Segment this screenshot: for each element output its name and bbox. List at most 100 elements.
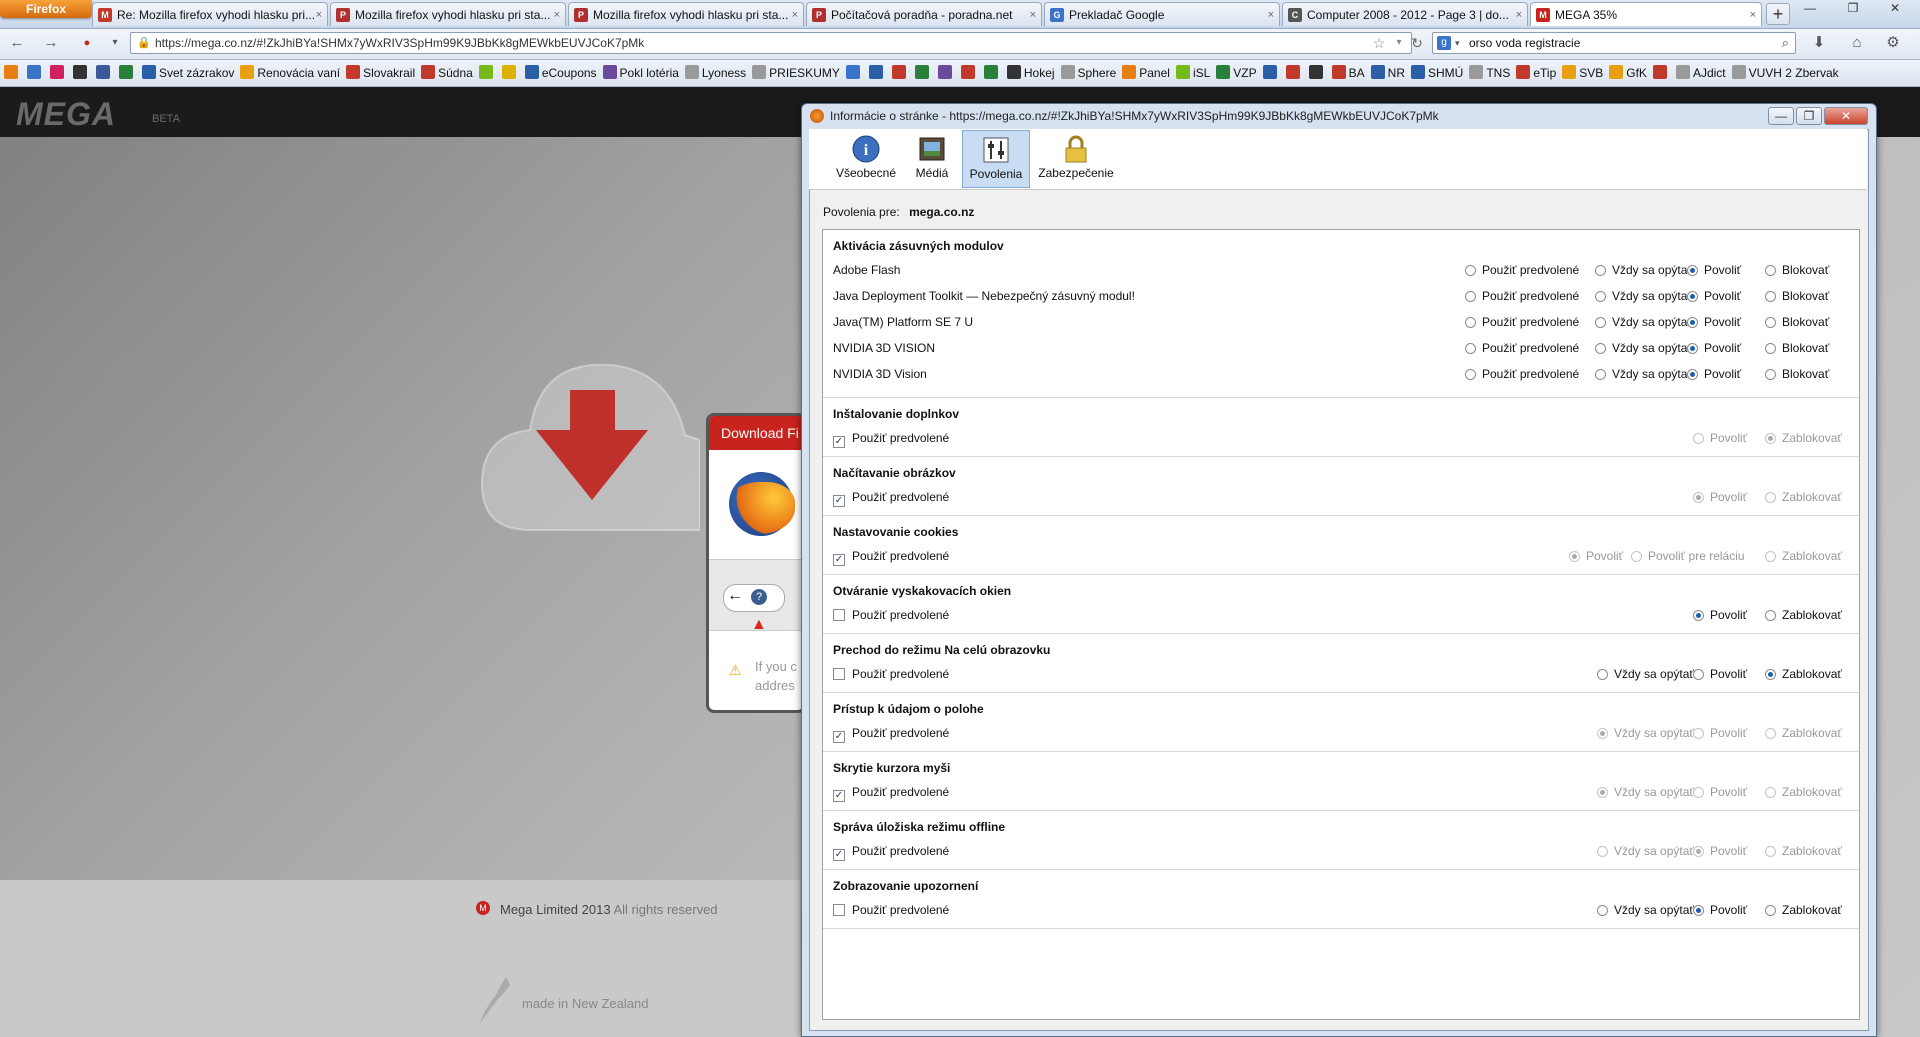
radio-icon[interactable]: [1765, 551, 1776, 562]
dialog-minimize-button[interactable]: —: [1768, 107, 1794, 125]
tab-close-icon[interactable]: ×: [1030, 3, 1036, 26]
radio-icon[interactable]: [1765, 905, 1776, 916]
bookmark-item[interactable]: [501, 60, 519, 86]
search-icon[interactable]: ⌕: [1782, 33, 1789, 53]
bookmark-item[interactable]: eCoupons: [524, 60, 597, 86]
tab-1[interactable]: P Mozilla firefox vyhodi hlasku pri sta..…: [330, 2, 566, 26]
bookmark-item[interactable]: SVB: [1562, 60, 1603, 86]
tab-close-icon[interactable]: ×: [316, 3, 322, 26]
bookmark-item[interactable]: Súdna: [421, 60, 473, 86]
bookmark-item[interactable]: Hokej: [1006, 60, 1055, 86]
mega-logo[interactable]: MEGA: [16, 96, 116, 133]
bookmark-item[interactable]: GfK: [1609, 60, 1647, 86]
close-window-button[interactable]: ✕: [1880, 0, 1910, 18]
radio-icon[interactable]: [1693, 669, 1704, 680]
permission-option-radio[interactable]: Povoliť: [1693, 726, 1747, 740]
permission-option-radio[interactable]: Zablokovať: [1765, 844, 1842, 858]
radio-icon[interactable]: [1765, 610, 1776, 621]
permission-option-radio[interactable]: Povoliť: [1693, 490, 1747, 504]
bookmark-item[interactable]: TNS: [1469, 60, 1510, 86]
permission-option-radio[interactable]: Zablokovať: [1765, 903, 1842, 917]
radio-icon[interactable]: [1693, 492, 1704, 503]
radio-icon[interactable]: [1687, 265, 1698, 276]
use-default-checkbox[interactable]: ✓ Použiť predvolené: [833, 785, 949, 802]
plugin-option-radio[interactable]: Vždy sa opýtať: [1595, 341, 1692, 355]
bookmark-item[interactable]: Panel: [1122, 60, 1170, 86]
history-dropdown-icon[interactable]: ▾: [106, 34, 124, 52]
radio-icon[interactable]: [1765, 265, 1776, 276]
permission-option-radio[interactable]: Povoliť: [1693, 785, 1747, 799]
bookmark-item[interactable]: [845, 60, 863, 86]
permission-option-radio[interactable]: Vždy sa opýtať: [1597, 667, 1694, 681]
radio-icon[interactable]: [1595, 317, 1606, 328]
radio-icon[interactable]: [1765, 669, 1776, 680]
permission-option-radio[interactable]: Povoliť: [1693, 903, 1747, 917]
radio-icon[interactable]: [1693, 846, 1704, 857]
plugin-option-radio[interactable]: Povoliť: [1687, 315, 1741, 329]
reload-icon[interactable]: ↻: [1408, 34, 1426, 52]
tab-2[interactable]: P Mozilla firefox vyhodi hlasku pri sta..…: [568, 2, 804, 26]
radio-icon[interactable]: [1465, 343, 1476, 354]
tab-close-icon[interactable]: ×: [1516, 3, 1522, 26]
bookmark-item[interactable]: Slovakrail: [346, 60, 415, 86]
radio-icon[interactable]: [1597, 846, 1608, 857]
plugin-option-radio[interactable]: Použiť predvolené: [1465, 341, 1579, 355]
permission-option-radio[interactable]: Povoliť pre reláciu: [1631, 549, 1745, 563]
use-default-checkbox[interactable]: ✓ Použiť predvolené: [833, 490, 949, 507]
checkbox-icon[interactable]: [833, 609, 845, 621]
bookmark-item[interactable]: SHMÚ: [1411, 60, 1463, 86]
bookmark-item[interactable]: PRIESKUMY: [752, 60, 840, 86]
home-icon[interactable]: ⌂: [1848, 34, 1866, 52]
permission-option-radio[interactable]: Vždy sa opýtať: [1597, 726, 1694, 740]
google-engine-icon[interactable]: g: [1437, 36, 1451, 50]
radio-icon[interactable]: [1693, 728, 1704, 739]
radio-icon[interactable]: [1765, 728, 1776, 739]
plugin-option-radio[interactable]: Použiť predvolené: [1465, 289, 1579, 303]
permission-option-radio[interactable]: Zablokovať: [1765, 726, 1842, 740]
minimize-button[interactable]: —: [1795, 0, 1825, 18]
forward-icon[interactable]: →: [42, 34, 60, 52]
permission-option-radio[interactable]: Povoliť: [1693, 431, 1747, 445]
use-default-checkbox[interactable]: Použiť predvolené: [833, 903, 949, 917]
radio-icon[interactable]: [1765, 846, 1776, 857]
radio-icon[interactable]: [1465, 265, 1476, 276]
plugin-option-radio[interactable]: Použiť predvolené: [1465, 263, 1579, 277]
bookmark-item[interactable]: [478, 60, 496, 86]
plugin-option-radio[interactable]: Blokovať: [1765, 289, 1829, 303]
permission-option-radio[interactable]: Zablokovať: [1765, 549, 1842, 563]
tab-permissions[interactable]: Povolenia: [962, 130, 1030, 188]
url-dropdown-icon[interactable]: ▾: [1390, 34, 1408, 52]
plugin-option-radio[interactable]: Použiť predvolené: [1465, 367, 1579, 381]
bookmark-item[interactable]: [960, 60, 978, 86]
permission-option-radio[interactable]: Zablokovať: [1765, 667, 1842, 681]
bookmark-item[interactable]: [868, 60, 886, 86]
plugin-option-radio[interactable]: Vždy sa opýtať: [1595, 263, 1692, 277]
bookmark-item[interactable]: [891, 60, 909, 86]
bookmark-star-icon[interactable]: ☆: [1370, 34, 1388, 52]
tab-media[interactable]: Médiá: [904, 130, 960, 188]
bookmark-item[interactable]: [914, 60, 932, 86]
bookmark-item[interactable]: VZP: [1216, 60, 1257, 86]
use-default-checkbox[interactable]: ✓ Použiť predvolené: [833, 431, 949, 448]
plugin-option-radio[interactable]: Vždy sa opýtať: [1595, 315, 1692, 329]
radio-icon[interactable]: [1693, 433, 1704, 444]
bookmark-item[interactable]: iSL: [1175, 60, 1210, 86]
checkbox-icon[interactable]: ✓: [833, 495, 845, 507]
radio-icon[interactable]: [1687, 343, 1698, 354]
permission-option-radio[interactable]: Zablokovať: [1765, 431, 1842, 445]
tab-0[interactable]: M Re: Mozilla firefox vyhodi hlasku pri..…: [92, 2, 328, 26]
bookmark-item[interactable]: [4, 60, 21, 86]
plugin-option-radio[interactable]: Použiť predvolené: [1465, 315, 1579, 329]
permission-option-radio[interactable]: Vždy sa opýtať: [1597, 785, 1694, 799]
new-tab-button[interactable]: +: [1766, 3, 1790, 25]
radio-icon[interactable]: [1765, 787, 1776, 798]
radio-icon[interactable]: [1465, 317, 1476, 328]
permission-option-radio[interactable]: Povoliť: [1693, 608, 1747, 622]
bookmark-item[interactable]: Svet zázrakov: [142, 60, 234, 86]
bookmark-item[interactable]: BA: [1331, 60, 1365, 86]
use-default-checkbox[interactable]: Použiť predvolené: [833, 608, 949, 622]
settings-icon[interactable]: ⚙: [1884, 34, 1902, 52]
radio-icon[interactable]: [1687, 317, 1698, 328]
checkbox-icon[interactable]: ✓: [833, 731, 845, 743]
plugin-option-radio[interactable]: Povoliť: [1687, 263, 1741, 277]
